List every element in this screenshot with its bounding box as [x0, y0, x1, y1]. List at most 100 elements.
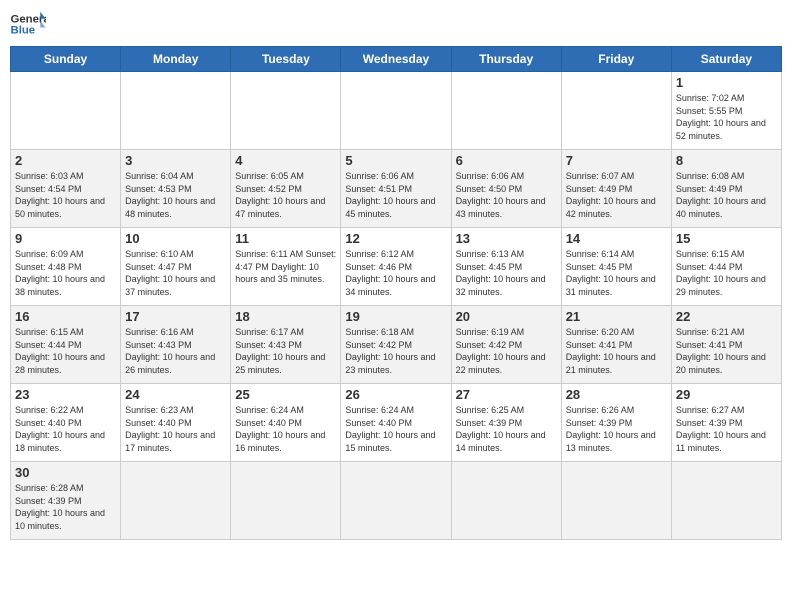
day-number: 4 [235, 153, 336, 168]
day-info: Sunrise: 6:09 AM Sunset: 4:48 PM Dayligh… [15, 248, 116, 298]
calendar-day-cell: 25 Sunrise: 6:24 AM Sunset: 4:40 PM Dayli… [231, 384, 341, 462]
day-info: Sunrise: 6:12 AM Sunset: 4:46 PM Dayligh… [345, 248, 446, 298]
day-info: Sunrise: 6:22 AM Sunset: 4:40 PM Dayligh… [15, 404, 116, 454]
day-of-week-header: Saturday [671, 47, 781, 72]
day-info: Sunrise: 6:23 AM Sunset: 4:40 PM Dayligh… [125, 404, 226, 454]
calendar-header-row: SundayMondayTuesdayWednesdayThursdayFrid… [11, 47, 782, 72]
day-number: 14 [566, 231, 667, 246]
calendar-day-cell: 5 Sunrise: 6:06 AM Sunset: 4:51 PM Daylig… [341, 150, 451, 228]
calendar-day-cell [341, 72, 451, 150]
day-number: 18 [235, 309, 336, 324]
day-info: Sunrise: 6:11 AM Sunset: 4:47 PM Dayligh… [235, 248, 336, 286]
day-info: Sunrise: 6:06 AM Sunset: 4:50 PM Dayligh… [456, 170, 557, 220]
svg-text:Blue: Blue [11, 25, 36, 37]
calendar-day-cell: 27Sunrise: 6:25 AM Sunset: 4:39 PM Dayli… [451, 384, 561, 462]
calendar-day-cell: 11Sunrise: 6:11 AM Sunset: 4:47 PM Dayli… [231, 228, 341, 306]
day-info: Sunrise: 6:21 AM Sunset: 4:41 PM Dayligh… [676, 326, 777, 376]
day-number: 22 [676, 309, 777, 324]
day-info: Sunrise: 6:26 AM Sunset: 4:39 PM Dayligh… [566, 404, 667, 454]
calendar: SundayMondayTuesdayWednesdayThursdayFrid… [10, 46, 782, 540]
day-number: 2 [15, 153, 116, 168]
day-info: Sunrise: 6:05 AM Sunset: 4:52 PM Dayligh… [235, 170, 336, 220]
calendar-day-cell: 21 Sunrise: 6:20 AM Sunset: 4:41 PM Dayli… [561, 306, 671, 384]
calendar-day-cell: 3Sunrise: 6:04 AM Sunset: 4:53 PM Daylig… [121, 150, 231, 228]
day-of-week-header: Friday [561, 47, 671, 72]
day-info: Sunrise: 6:20 AM Sunset: 4:41 PM Dayligh… [566, 326, 667, 376]
calendar-day-cell [561, 462, 671, 540]
calendar-day-cell: 17 Sunrise: 6:16 AM Sunset: 4:43 PM Dayli… [121, 306, 231, 384]
day-info: Sunrise: 7:02 AM Sunset: 5:55 PM Dayligh… [676, 92, 777, 142]
page: General Blue SundayMondayTuesdayWednesda… [0, 0, 792, 612]
day-info: Sunrise: 6:07 AM Sunset: 4:49 PM Dayligh… [566, 170, 667, 220]
day-number: 25 [235, 387, 336, 402]
calendar-day-cell: 13Sunrise: 6:13 AM Sunset: 4:45 PM Dayli… [451, 228, 561, 306]
calendar-day-cell: 2 Sunrise: 6:03 AM Sunset: 4:54 PM Daylig… [11, 150, 121, 228]
day-of-week-header: Thursday [451, 47, 561, 72]
calendar-day-cell [121, 72, 231, 150]
day-info: Sunrise: 6:25 AM Sunset: 4:39 PM Dayligh… [456, 404, 557, 454]
header: General Blue [10, 10, 782, 38]
day-info: Sunrise: 6:15 AM Sunset: 4:44 PM Dayligh… [15, 326, 116, 376]
calendar-day-cell: 8Sunrise: 6:08 AM Sunset: 4:49 PM Daylig… [671, 150, 781, 228]
day-number: 19 [345, 309, 446, 324]
calendar-day-cell: 15Sunrise: 6:15 AM Sunset: 4:44 PM Dayli… [671, 228, 781, 306]
general-blue-logo-icon: General Blue [10, 10, 46, 38]
calendar-day-cell: 1 Sunrise: 7:02 AM Sunset: 5:55 PM Daylig… [671, 72, 781, 150]
day-number: 21 [566, 309, 667, 324]
day-number: 17 [125, 309, 226, 324]
calendar-day-cell [231, 72, 341, 150]
calendar-day-cell: 30Sunrise: 6:28 AM Sunset: 4:39 PM Dayli… [11, 462, 121, 540]
day-info: Sunrise: 6:03 AM Sunset: 4:54 PM Dayligh… [15, 170, 116, 220]
calendar-day-cell: 6Sunrise: 6:06 AM Sunset: 4:50 PM Daylig… [451, 150, 561, 228]
calendar-day-cell [451, 462, 561, 540]
calendar-day-cell [451, 72, 561, 150]
day-of-week-header: Sunday [11, 47, 121, 72]
calendar-day-cell: 24Sunrise: 6:23 AM Sunset: 4:40 PM Dayli… [121, 384, 231, 462]
day-number: 23 [15, 387, 116, 402]
day-info: Sunrise: 6:04 AM Sunset: 4:53 PM Dayligh… [125, 170, 226, 220]
day-number: 7 [566, 153, 667, 168]
calendar-week-row: 30Sunrise: 6:28 AM Sunset: 4:39 PM Dayli… [11, 462, 782, 540]
day-info: Sunrise: 6:17 AM Sunset: 4:43 PM Dayligh… [235, 326, 336, 376]
day-info: Sunrise: 6:24 AM Sunset: 4:40 PM Dayligh… [235, 404, 336, 454]
day-info: Sunrise: 6:27 AM Sunset: 4:39 PM Dayligh… [676, 404, 777, 454]
day-number: 9 [15, 231, 116, 246]
calendar-day-cell [231, 462, 341, 540]
calendar-week-row: 23 Sunrise: 6:22 AM Sunset: 4:40 PM Dayli… [11, 384, 782, 462]
calendar-week-row: 1 Sunrise: 7:02 AM Sunset: 5:55 PM Daylig… [11, 72, 782, 150]
day-info: Sunrise: 6:06 AM Sunset: 4:51 PM Dayligh… [345, 170, 446, 220]
day-number: 28 [566, 387, 667, 402]
calendar-day-cell [671, 462, 781, 540]
day-info: Sunrise: 6:18 AM Sunset: 4:42 PM Dayligh… [345, 326, 446, 376]
calendar-day-cell: 18 Sunrise: 6:17 AM Sunset: 4:43 PM Dayli… [231, 306, 341, 384]
day-number: 1 [676, 75, 777, 90]
day-number: 15 [676, 231, 777, 246]
calendar-day-cell: 19 Sunrise: 6:18 AM Sunset: 4:42 PM Dayli… [341, 306, 451, 384]
day-info: Sunrise: 6:08 AM Sunset: 4:49 PM Dayligh… [676, 170, 777, 220]
calendar-day-cell: 26Sunrise: 6:24 AM Sunset: 4:40 PM Dayli… [341, 384, 451, 462]
day-number: 26 [345, 387, 446, 402]
day-number: 20 [456, 309, 557, 324]
day-info: Sunrise: 6:13 AM Sunset: 4:45 PM Dayligh… [456, 248, 557, 298]
calendar-day-cell: 4 Sunrise: 6:05 AM Sunset: 4:52 PM Daylig… [231, 150, 341, 228]
calendar-day-cell: 10Sunrise: 6:10 AM Sunset: 4:47 PM Dayli… [121, 228, 231, 306]
day-number: 30 [15, 465, 116, 480]
calendar-day-cell [121, 462, 231, 540]
day-info: Sunrise: 6:16 AM Sunset: 4:43 PM Dayligh… [125, 326, 226, 376]
calendar-day-cell: 29 Sunrise: 6:27 AM Sunset: 4:39 PM Dayli… [671, 384, 781, 462]
day-info: Sunrise: 6:14 AM Sunset: 4:45 PM Dayligh… [566, 248, 667, 298]
day-number: 10 [125, 231, 226, 246]
calendar-day-cell: 23 Sunrise: 6:22 AM Sunset: 4:40 PM Dayli… [11, 384, 121, 462]
calendar-day-cell: 7 Sunrise: 6:07 AM Sunset: 4:49 PM Daylig… [561, 150, 671, 228]
calendar-day-cell: 14 Sunrise: 6:14 AM Sunset: 4:45 PM Dayli… [561, 228, 671, 306]
calendar-day-cell [561, 72, 671, 150]
calendar-day-cell: 20Sunrise: 6:19 AM Sunset: 4:42 PM Dayli… [451, 306, 561, 384]
logo: General Blue [10, 10, 46, 38]
calendar-day-cell: 9 Sunrise: 6:09 AM Sunset: 4:48 PM Daylig… [11, 228, 121, 306]
calendar-day-cell: 22 Sunrise: 6:21 AM Sunset: 4:41 PM Dayli… [671, 306, 781, 384]
day-number: 5 [345, 153, 446, 168]
day-number: 12 [345, 231, 446, 246]
day-number: 16 [15, 309, 116, 324]
day-number: 29 [676, 387, 777, 402]
calendar-day-cell: 16 Sunrise: 6:15 AM Sunset: 4:44 PM Dayli… [11, 306, 121, 384]
